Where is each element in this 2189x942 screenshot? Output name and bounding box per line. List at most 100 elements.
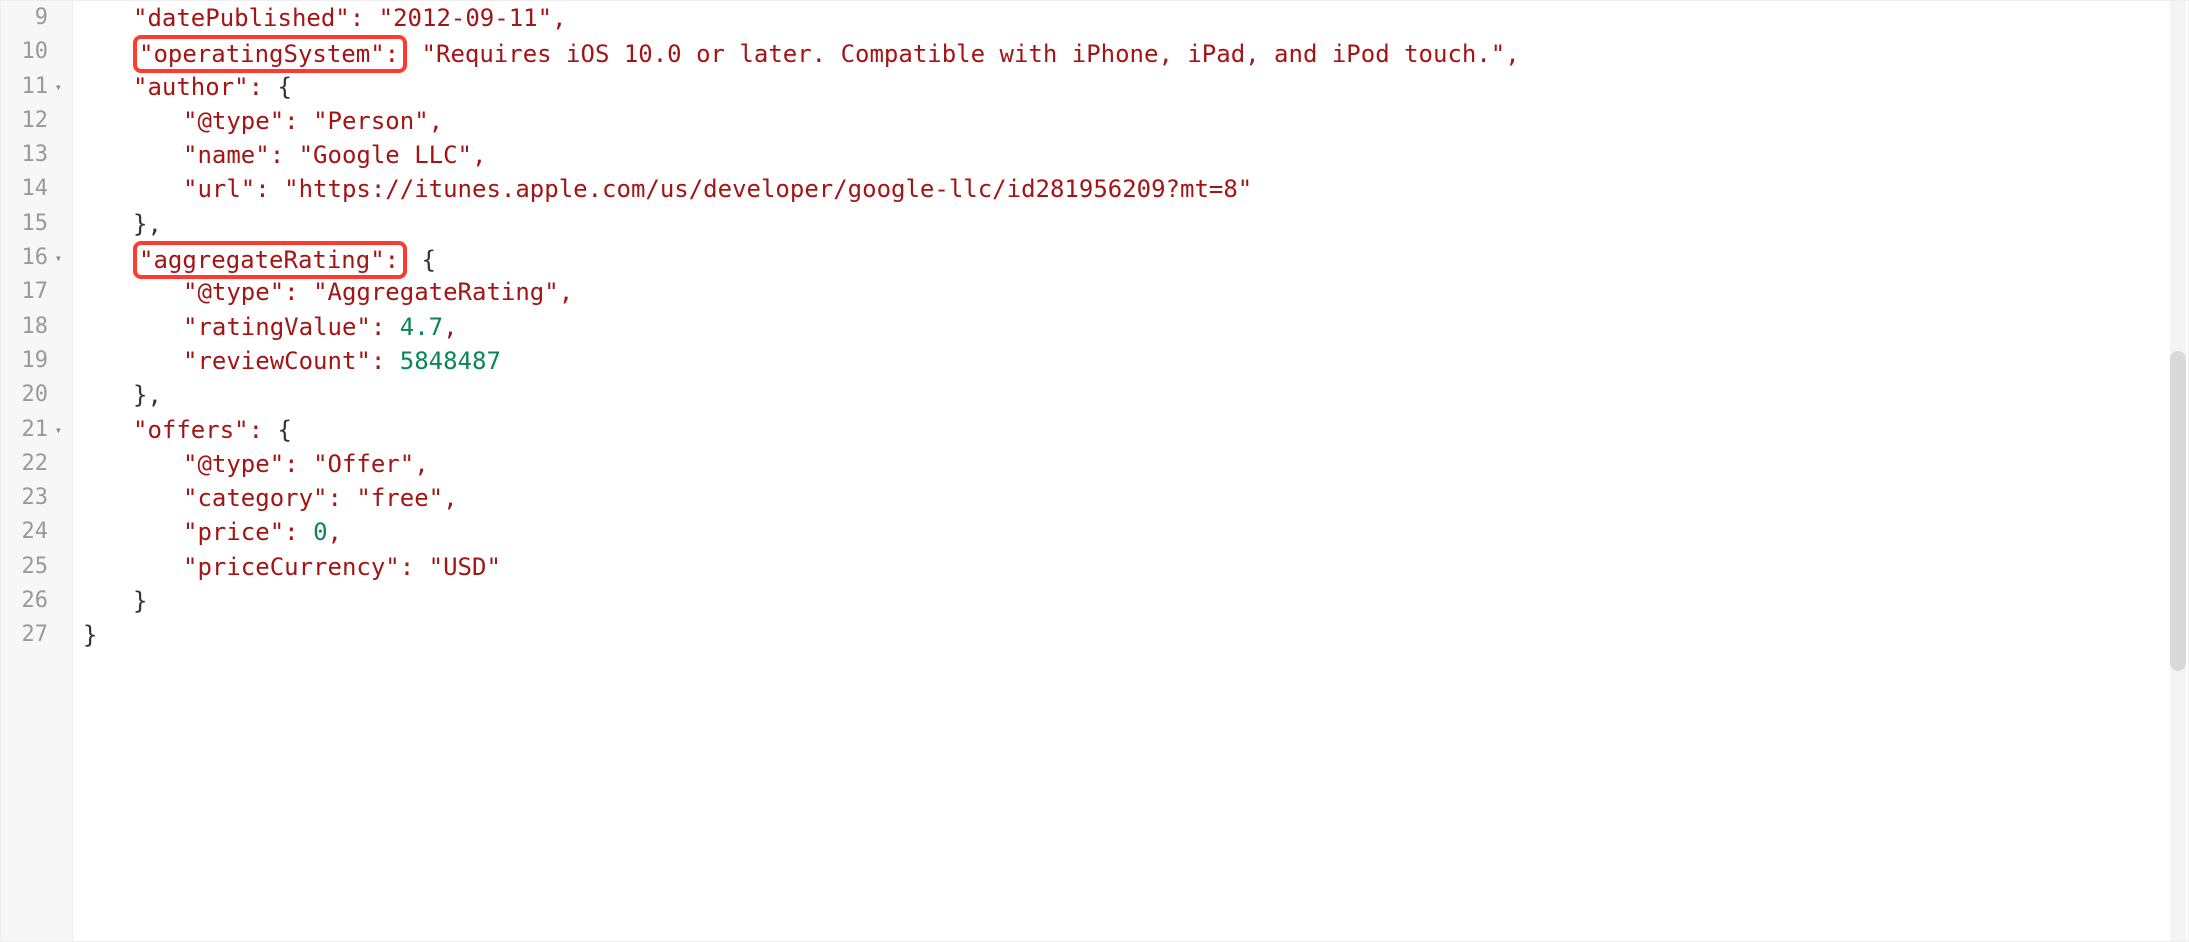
code-line[interactable]: "ratingValue": 4.7,: [83, 310, 2188, 344]
code-content[interactable]: "datePublished": "2012-09-11","operating…: [73, 1, 2188, 941]
json-key: "offers": [133, 416, 249, 444]
line-number-value: 15: [22, 207, 49, 241]
line-number: 19: [7, 344, 62, 378]
code-line[interactable]: "offers": {: [83, 413, 2188, 447]
fold-toggle-icon[interactable]: ▾: [52, 70, 62, 104]
line-number: 16▾: [7, 241, 62, 275]
json-value: "AggregateRating": [313, 278, 559, 306]
json-key: "aggregateRating": [139, 246, 385, 274]
code-line[interactable]: "aggregateRating": {: [83, 241, 2188, 275]
json-key: "ratingValue": [183, 313, 371, 341]
json-key: "name": [183, 141, 270, 169]
line-number: 25: [7, 550, 62, 584]
json-brace: {: [278, 416, 292, 444]
json-key: "operatingSystem": [139, 40, 385, 68]
line-number-value: 11: [22, 70, 49, 104]
code-line[interactable]: "reviewCount": 5848487: [83, 344, 2188, 378]
line-number-value: 17: [22, 275, 49, 309]
code-line[interactable]: }: [83, 618, 2188, 652]
code-line[interactable]: },: [83, 207, 2188, 241]
json-punct: ,: [472, 141, 486, 169]
json-key: "category": [183, 484, 328, 512]
json-key: "@type": [183, 107, 284, 135]
line-number-value: 26: [22, 584, 49, 618]
code-line[interactable]: }: [83, 584, 2188, 618]
line-number-value: 10: [22, 35, 49, 69]
line-number: 9: [7, 1, 62, 35]
line-number-value: 14: [22, 172, 49, 206]
code-line[interactable]: "@type": "AggregateRating",: [83, 275, 2188, 309]
json-key: "@type": [183, 278, 284, 306]
line-number-gutter: 91011▾1213141516▾1718192021▾222324252627: [1, 1, 73, 941]
json-punct: ,: [328, 518, 342, 546]
json-value: "https://itunes.apple.com/us/developer/g…: [284, 175, 1252, 203]
code-editor[interactable]: 91011▾1213141516▾1718192021▾222324252627…: [0, 0, 2189, 942]
json-key: "datePublished": [133, 4, 350, 32]
line-number: 17: [7, 275, 62, 309]
json-key: "@type": [183, 450, 284, 478]
json-punct: ,: [414, 450, 428, 478]
line-number-value: 12: [22, 104, 49, 138]
code-line[interactable]: "priceCurrency": "USD": [83, 550, 2188, 584]
line-number-value: 13: [22, 138, 49, 172]
line-number-value: 23: [22, 481, 49, 515]
line-number-value: 16: [22, 241, 49, 275]
json-brace: },: [133, 210, 162, 238]
line-number: 15: [7, 207, 62, 241]
json-key: "author": [133, 73, 249, 101]
fold-toggle-icon[interactable]: ▾: [52, 413, 62, 447]
json-punct: ,: [559, 278, 573, 306]
line-number-value: 27: [22, 618, 49, 652]
json-value: "free": [356, 484, 443, 512]
line-number: 10: [7, 35, 62, 69]
json-value: "Offer": [313, 450, 414, 478]
line-number-value: 22: [22, 447, 49, 481]
line-number: 22: [7, 447, 62, 481]
json-punct: ,: [429, 107, 443, 135]
fold-toggle-icon[interactable]: ▾: [52, 241, 62, 275]
json-punct: ,: [443, 484, 457, 512]
line-number: 12: [7, 104, 62, 138]
code-line[interactable]: "name": "Google LLC",: [83, 138, 2188, 172]
json-value: "USD": [429, 553, 501, 581]
json-value: 0: [313, 518, 327, 546]
json-brace: }: [133, 587, 147, 615]
line-number: 14: [7, 172, 62, 206]
line-number-value: 18: [22, 310, 49, 344]
json-brace: }: [83, 621, 97, 649]
line-number-value: 9: [35, 1, 48, 35]
line-number-value: 24: [22, 515, 49, 549]
line-number: 24: [7, 515, 62, 549]
line-number-value: 20: [22, 378, 49, 412]
json-value: "2012-09-11": [379, 4, 552, 32]
code-line[interactable]: "@type": "Offer",: [83, 447, 2188, 481]
code-line[interactable]: "@type": "Person",: [83, 104, 2188, 138]
json-value: "Person": [313, 107, 429, 135]
code-line[interactable]: "operatingSystem": "Requires iOS 10.0 or…: [83, 35, 2188, 69]
line-number: 23: [7, 481, 62, 515]
code-line[interactable]: "datePublished": "2012-09-11",: [83, 1, 2188, 35]
json-punct: ,: [443, 313, 457, 341]
code-line[interactable]: "category": "free",: [83, 481, 2188, 515]
json-brace: {: [278, 73, 292, 101]
highlight-box: "operatingSystem":: [133, 35, 407, 73]
line-number-value: 21: [22, 413, 49, 447]
json-value: "Requires iOS 10.0 or later. Compatible …: [422, 40, 1506, 68]
scrollbar-thumb[interactable]: [2170, 351, 2186, 671]
line-number: 26: [7, 584, 62, 618]
code-line[interactable]: },: [83, 378, 2188, 412]
json-punct: ,: [1505, 40, 1519, 68]
code-line[interactable]: "url": "https://itunes.apple.com/us/deve…: [83, 172, 2188, 206]
json-value: 4.7: [400, 313, 443, 341]
json-value: 5848487: [400, 347, 501, 375]
highlight-box: "aggregateRating":: [133, 241, 407, 279]
json-brace: },: [133, 381, 162, 409]
code-line[interactable]: "price": 0,: [83, 515, 2188, 549]
json-key: "reviewCount": [183, 347, 371, 375]
code-line[interactable]: "author": {: [83, 70, 2188, 104]
json-value: "Google LLC": [299, 141, 472, 169]
line-number: 11▾: [7, 70, 62, 104]
line-number-value: 25: [22, 550, 49, 584]
line-number: 20: [7, 378, 62, 412]
line-number: 13: [7, 138, 62, 172]
